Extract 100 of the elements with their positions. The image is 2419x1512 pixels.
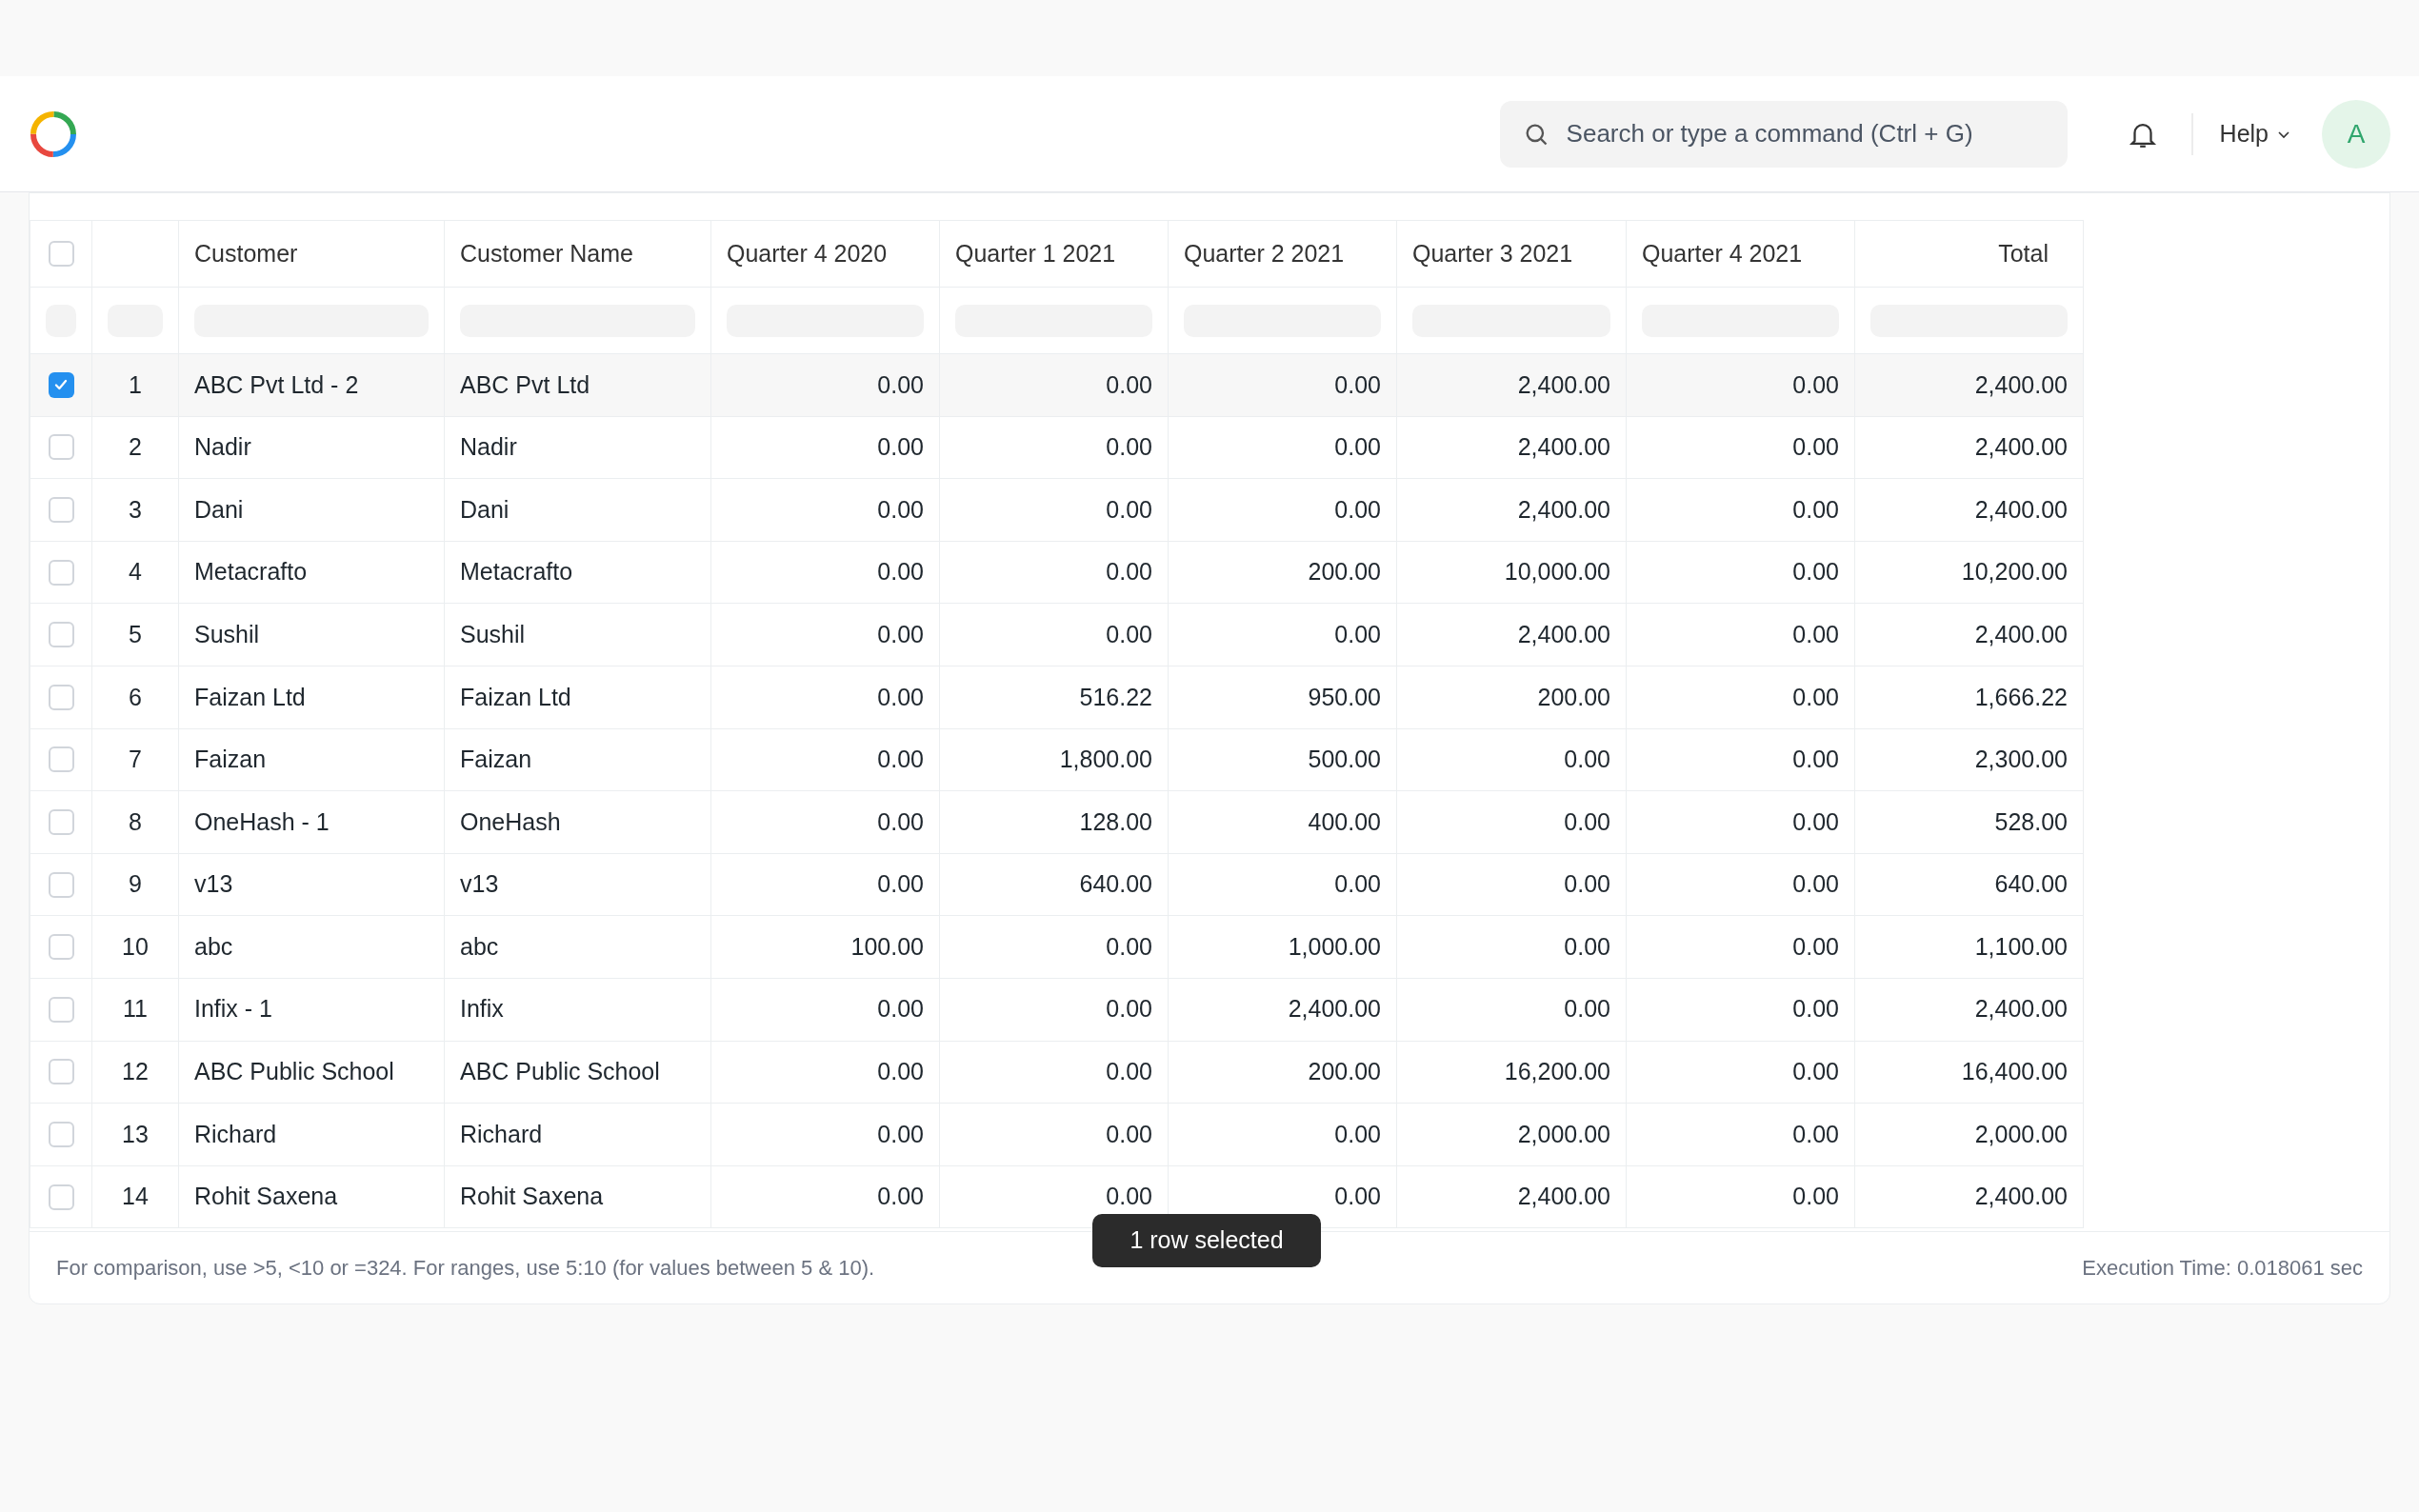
checkbox[interactable]: [48, 1059, 74, 1085]
row-number: 8: [129, 806, 142, 837]
checkbox[interactable]: [48, 684, 74, 710]
table-cell-text: 0.00: [1106, 619, 1152, 649]
table-cell-text: 0.00: [877, 369, 924, 400]
table-cell-text: Faizan: [194, 745, 267, 775]
table-cell-text: Metacrafto: [194, 557, 308, 587]
table-row[interactable]: 3 Dani Dani 0.00 0.00 0.00 2,400.00 0.00 2,400.00: [30, 479, 2084, 542]
table-cell-text: 0.00: [877, 869, 924, 900]
table-row[interactable]: 12 ABC Public School ABC Public School 0.00 0.00 200.00 16,200.00 0.00 16,400.00: [30, 1041, 2084, 1104]
table-row[interactable]: 7 Faizan Faizan 0.00 1,800.00 500.00 0.00 0.00 2,300.00: [30, 728, 2084, 792]
table-row[interactable]: 1 ABC Pvt Ltd - 2 ABC Pvt Ltd 0.00 0.00 0.00 2,400.00 0.00 2,400.00: [30, 354, 2084, 417]
search-input[interactable]: Search or type a command (Ctrl + G): [1566, 115, 2045, 152]
table-cell-text: 1,000.00: [1288, 931, 1381, 962]
table-row[interactable]: 6 Faizan Ltd Faizan Ltd 0.00 516.22 950.00 200.00 0.00 1,666.22: [30, 666, 2084, 729]
row-number: 13: [122, 1119, 149, 1149]
help-menu[interactable]: Help: [2219, 115, 2291, 152]
column-header[interactable]: Quarter 4 2021: [1627, 221, 1855, 288]
table-row[interactable]: 5 Sushil Sushil 0.00 0.00 0.00 2,400.00 0.00 2,400.00: [30, 604, 2084, 666]
table-cell-text: 0.00: [1106, 369, 1152, 400]
checkbox[interactable]: [48, 746, 74, 773]
table-cell-text: Sushil: [460, 619, 526, 649]
table-cell-text: abc: [194, 931, 233, 962]
table-cell-text: 1,100.00: [1974, 931, 2068, 962]
checkbox[interactable]: [48, 1121, 74, 1147]
table-cell-text: 2,400.00: [1288, 994, 1381, 1025]
table-cell-text: 0.00: [1792, 682, 1839, 712]
table-cell-text: 0.00: [1792, 557, 1839, 587]
table-cell-text: ABC Pvt Ltd: [460, 369, 590, 400]
table-cell-text: 2,400.00: [1974, 619, 2068, 649]
table-row[interactable]: 8 OneHash - 1 OneHash 0.00 128.00 400.00 0.00 0.00 528.00: [30, 791, 2084, 854]
table-row[interactable]: 9 v13 v13 0.00 640.00 0.00 0.00 0.00 640.00: [30, 853, 2084, 917]
table-cell-text: Sushil: [194, 619, 260, 649]
execution-time: Execution Time: 0.018061 sec: [2082, 1255, 2363, 1282]
table-cell-text: 2,400.00: [1517, 369, 1610, 400]
table-row[interactable]: 10 abc abc 100.00 0.00 1,000.00 0.00 0.00 1,100.00: [30, 916, 2084, 979]
checkbox[interactable]: [48, 1184, 74, 1210]
table-cell-text: 2,400.00: [1517, 1182, 1610, 1212]
row-number: 11: [123, 994, 148, 1025]
table-cell-text: Rohit Saxena: [460, 1182, 604, 1212]
row-number: 5: [129, 619, 142, 649]
table-cell-text: 0.00: [1106, 494, 1152, 525]
table-cell-text: 0.00: [877, 494, 924, 525]
table-cell-text: 0.00: [877, 806, 924, 837]
table-row[interactable]: 2 Nadir Nadir 0.00 0.00 0.00 2,400.00 0.00 2,400.00: [30, 416, 2084, 480]
table-cell-text: 0.00: [1792, 994, 1839, 1025]
table-cell-text: 0.00: [1564, 745, 1610, 775]
table-cell-text: Faizan Ltd: [460, 682, 571, 712]
table-cell-text: 0.00: [877, 1182, 924, 1212]
table-row[interactable]: 13 Richard Richard 0.00 0.00 0.00 2,000.00 0.00 2,000.00: [30, 1104, 2084, 1166]
checkbox[interactable]: [48, 808, 74, 835]
table-cell-text: 10,200.00: [1961, 557, 2068, 587]
table-cell-text: 0.00: [1334, 619, 1381, 649]
checkbox[interactable]: [48, 559, 74, 586]
row-number: 14: [122, 1182, 149, 1212]
table-cell-text: 0.00: [1334, 1182, 1381, 1212]
table-cell-text: 0.00: [1792, 619, 1839, 649]
checkbox[interactable]: [48, 497, 74, 523]
table-cell-text: OneHash - 1: [194, 806, 330, 837]
checkbox[interactable]: [48, 871, 74, 898]
table-cell-text: 2,400.00: [1974, 1182, 2068, 1212]
table-cell-text: 2,000.00: [1974, 1119, 2068, 1149]
table-cell-text: Faizan Ltd: [194, 682, 306, 712]
checkbox[interactable]: [48, 622, 74, 648]
table-cell-text: 1,800.00: [1059, 745, 1152, 775]
column-header[interactable]: Quarter 3 2021: [1397, 221, 1627, 288]
checkbox[interactable]: [48, 241, 74, 267]
table-cell-text: 0.00: [1564, 869, 1610, 900]
table-cell-text: 2,400.00: [1974, 494, 2068, 525]
table-cell-text: 200.00: [1537, 682, 1610, 712]
table-cell-text: ABC Public School: [460, 1057, 660, 1087]
checkbox[interactable]: [48, 434, 74, 461]
row-number: 6: [129, 682, 142, 712]
table-cell-text: 2,400.00: [1974, 994, 2068, 1025]
row-number: 7: [129, 745, 142, 775]
checkbox[interactable]: [48, 996, 74, 1023]
column-header[interactable]: Customer: [179, 221, 445, 288]
table-cell-text: 500.00: [1308, 745, 1381, 775]
table-cell-text: 200.00: [1308, 1057, 1381, 1087]
column-header[interactable]: Quarter 1 2021: [940, 221, 1169, 288]
table-cell-text: 2,000.00: [1517, 1119, 1610, 1149]
table-cell-text: 0.00: [1792, 494, 1839, 525]
checkbox[interactable]: [48, 934, 74, 961]
table-cell-text: Infix - 1: [194, 994, 272, 1025]
column-header[interactable]: Quarter 2 2021: [1169, 221, 1397, 288]
column-header[interactable]: Customer Name: [445, 221, 711, 288]
row-number: 9: [129, 869, 142, 900]
table-cell-text: 0.00: [1334, 369, 1381, 400]
table-cell-text: Metacrafto: [460, 557, 573, 587]
table-cell-text: abc: [460, 931, 499, 962]
search-bar[interactable]: Search or type a command (Ctrl + G): [1499, 100, 2068, 168]
toast: 1 row selected: [1092, 1214, 1321, 1267]
table-row[interactable]: 4 Metacrafto Metacrafto 0.00 0.00 200.00 10,000.00 0.00 10,200.00: [30, 541, 2084, 605]
column-header[interactable]: Total: [1855, 221, 2084, 288]
table-row[interactable]: 14 Rohit Saxena Rohit Saxena 0.00 0.00 0.00 2,400.00 0.00 2,400.00: [30, 1165, 2084, 1229]
table-cell-text: 0.00: [1106, 1182, 1152, 1212]
column-header[interactable]: Quarter 4 2020: [711, 221, 940, 288]
table-row[interactable]: 11 Infix - 1 Infix 0.00 0.00 2,400.00 0.00 0.00 2,400.00: [30, 978, 2084, 1042]
checkbox[interactable]: [48, 371, 74, 398]
table-cell-text: 0.00: [1792, 432, 1839, 463]
